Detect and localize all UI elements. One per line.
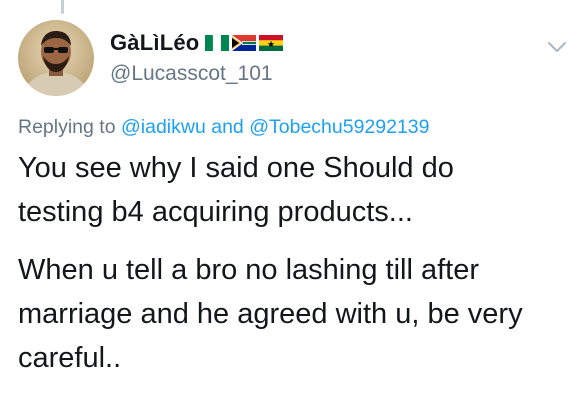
chevron-down-icon[interactable] <box>547 40 567 54</box>
nigeria-flag-icon <box>205 35 230 51</box>
replying-to-line: Replying to @iadikwu and @Tobechu5929213… <box>18 116 429 139</box>
user-handle[interactable]: @Lucasscot_101 <box>110 62 273 86</box>
south-africa-flag-icon <box>232 35 257 51</box>
tweet-card: GàLìLéo @Lucasscot_101 Replying to @iadi… <box>0 0 577 413</box>
tweet-line: marriage and he agreed with u, be very <box>18 298 523 330</box>
tweet-line: You see why I said one Should do <box>18 152 454 184</box>
avatar[interactable] <box>18 20 94 96</box>
tweet-line: careful.. <box>18 342 122 374</box>
ghana-flag-icon <box>259 35 284 51</box>
tweet-line: When u tell a bro no lashing till after <box>18 254 480 286</box>
tweet-line: testing b4 acquiring products... <box>18 196 413 228</box>
display-name-row: GàLìLéo <box>110 28 284 58</box>
flag-emojis <box>205 35 284 51</box>
avatar-image <box>18 20 94 96</box>
tweet-paragraph-1: You see why I said one Should do testing… <box>18 146 563 234</box>
mention-conjunction[interactable]: and <box>211 116 244 138</box>
thread-connector-line <box>61 0 64 14</box>
tweet-text: You see why I said one Should do testing… <box>18 146 563 394</box>
mention-link-iadikwu[interactable]: @iadikwu <box>121 116 206 138</box>
replying-to-label: Replying to <box>18 116 116 138</box>
tweet-paragraph-2: When u tell a bro no lashing till after … <box>18 248 563 380</box>
display-name[interactable]: GàLìLéo <box>110 30 199 56</box>
mention-link-tobechu[interactable]: @Tobechu59292139 <box>249 116 429 138</box>
